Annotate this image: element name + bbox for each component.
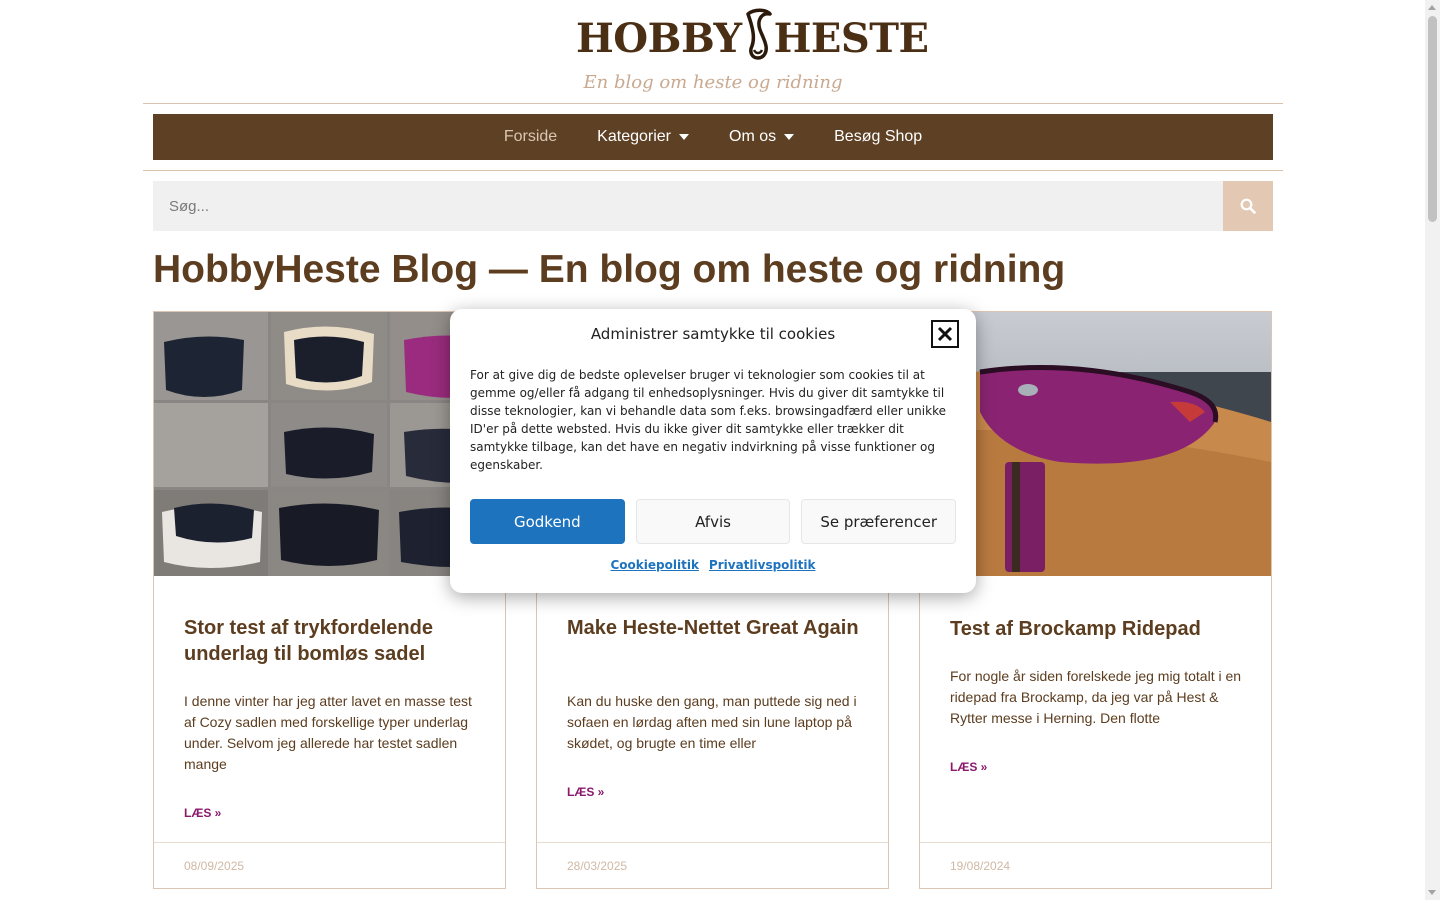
- nav-divider: [143, 170, 1283, 171]
- modal-title: Administrer samtykke til cookies: [590, 325, 836, 343]
- nav-item-label: Om os: [729, 128, 777, 145]
- search-input[interactable]: [153, 181, 1223, 231]
- post-footer: 28/03/2025: [537, 842, 888, 888]
- read-more-link[interactable]: LÆS »: [184, 806, 221, 820]
- main-nav: Forside Kategorier Om os Besøg Shop: [153, 114, 1273, 160]
- post-date: 28/03/2025: [567, 859, 628, 873]
- nav-item-kategorier[interactable]: Kategorier: [577, 128, 709, 146]
- post-date: 08/09/2025: [184, 859, 245, 873]
- read-more-link[interactable]: LÆS »: [567, 785, 604, 799]
- nav-item-forside[interactable]: Forside: [484, 128, 577, 146]
- page-scrollbar[interactable]: [1425, 0, 1440, 900]
- search-button[interactable]: [1223, 181, 1273, 231]
- read-more-link[interactable]: LÆS »: [950, 760, 987, 774]
- site-logo[interactable]: HOBBY HESTE En blog om heste og ridning: [576, 8, 929, 98]
- post-excerpt: I denne vinter har jeg atter lavet en ma…: [184, 693, 472, 772]
- deny-button[interactable]: Afvis: [635, 499, 791, 544]
- page-title: HobbyHeste Blog — En blog om heste og ri…: [153, 248, 1066, 291]
- cookie-consent-modal: Administrer samtykke til cookies For at …: [450, 309, 976, 593]
- scroll-down-arrow-icon[interactable]: [1428, 890, 1436, 895]
- nav-item-label: Forside: [503, 128, 558, 145]
- post-title[interactable]: Test af Brockamp Ridepad: [950, 616, 1250, 642]
- close-button[interactable]: [931, 320, 959, 348]
- site-header: HOBBY HESTE En blog om heste og ridning: [0, 0, 1425, 104]
- logo-word-right: HESTE: [773, 15, 929, 62]
- nav-item-label: Kategorier: [597, 128, 671, 145]
- privacy-policy-link[interactable]: Privatlivspolitik: [709, 558, 816, 572]
- post-title[interactable]: Make Heste-Nettet Great Again: [567, 615, 867, 641]
- logo-tagline: En blog om heste og ridning: [583, 72, 843, 93]
- scroll-up-arrow-icon[interactable]: [1428, 5, 1436, 10]
- nav-item-label: Besøg Shop: [834, 128, 923, 145]
- accept-button[interactable]: Godkend: [470, 499, 625, 544]
- preferences-button[interactable]: Se præferencer: [801, 499, 957, 544]
- policy-links: Cookiepolitik Privatlivspolitik: [450, 558, 976, 572]
- scroll-thumb[interactable]: [1428, 16, 1437, 222]
- search-bar: [153, 181, 1273, 231]
- logo-wordmark: HOBBY HESTE: [576, 8, 929, 69]
- post-footer: 08/09/2025: [154, 842, 505, 888]
- post-title[interactable]: Stor test af trykfordelende underlag til…: [184, 615, 484, 667]
- nav-item-besog-shop[interactable]: Besøg Shop: [814, 128, 942, 146]
- nav-item-om-os[interactable]: Om os: [709, 128, 814, 146]
- cookie-message: For at give dig de bedste oplevelser bru…: [470, 368, 946, 472]
- search-icon: [1240, 198, 1256, 214]
- horse-head-icon: [745, 8, 772, 60]
- caret-down-icon: [784, 134, 795, 140]
- post-excerpt: Kan du huske den gang, man puttede sig n…: [567, 693, 857, 751]
- cookie-policy-link[interactable]: Cookiepolitik: [611, 558, 699, 572]
- logo-word-left: HOBBY: [576, 15, 742, 62]
- close-icon: [937, 326, 953, 342]
- caret-down-icon: [679, 134, 689, 140]
- header-divider: [143, 103, 1283, 104]
- post-footer: 19/08/2024: [920, 842, 1271, 888]
- post-date: 19/08/2024: [950, 859, 1011, 873]
- post-excerpt: For nogle år siden forelskede jeg mig to…: [950, 668, 1242, 726]
- consent-buttons: Godkend Afvis Se præferencer: [470, 499, 957, 544]
